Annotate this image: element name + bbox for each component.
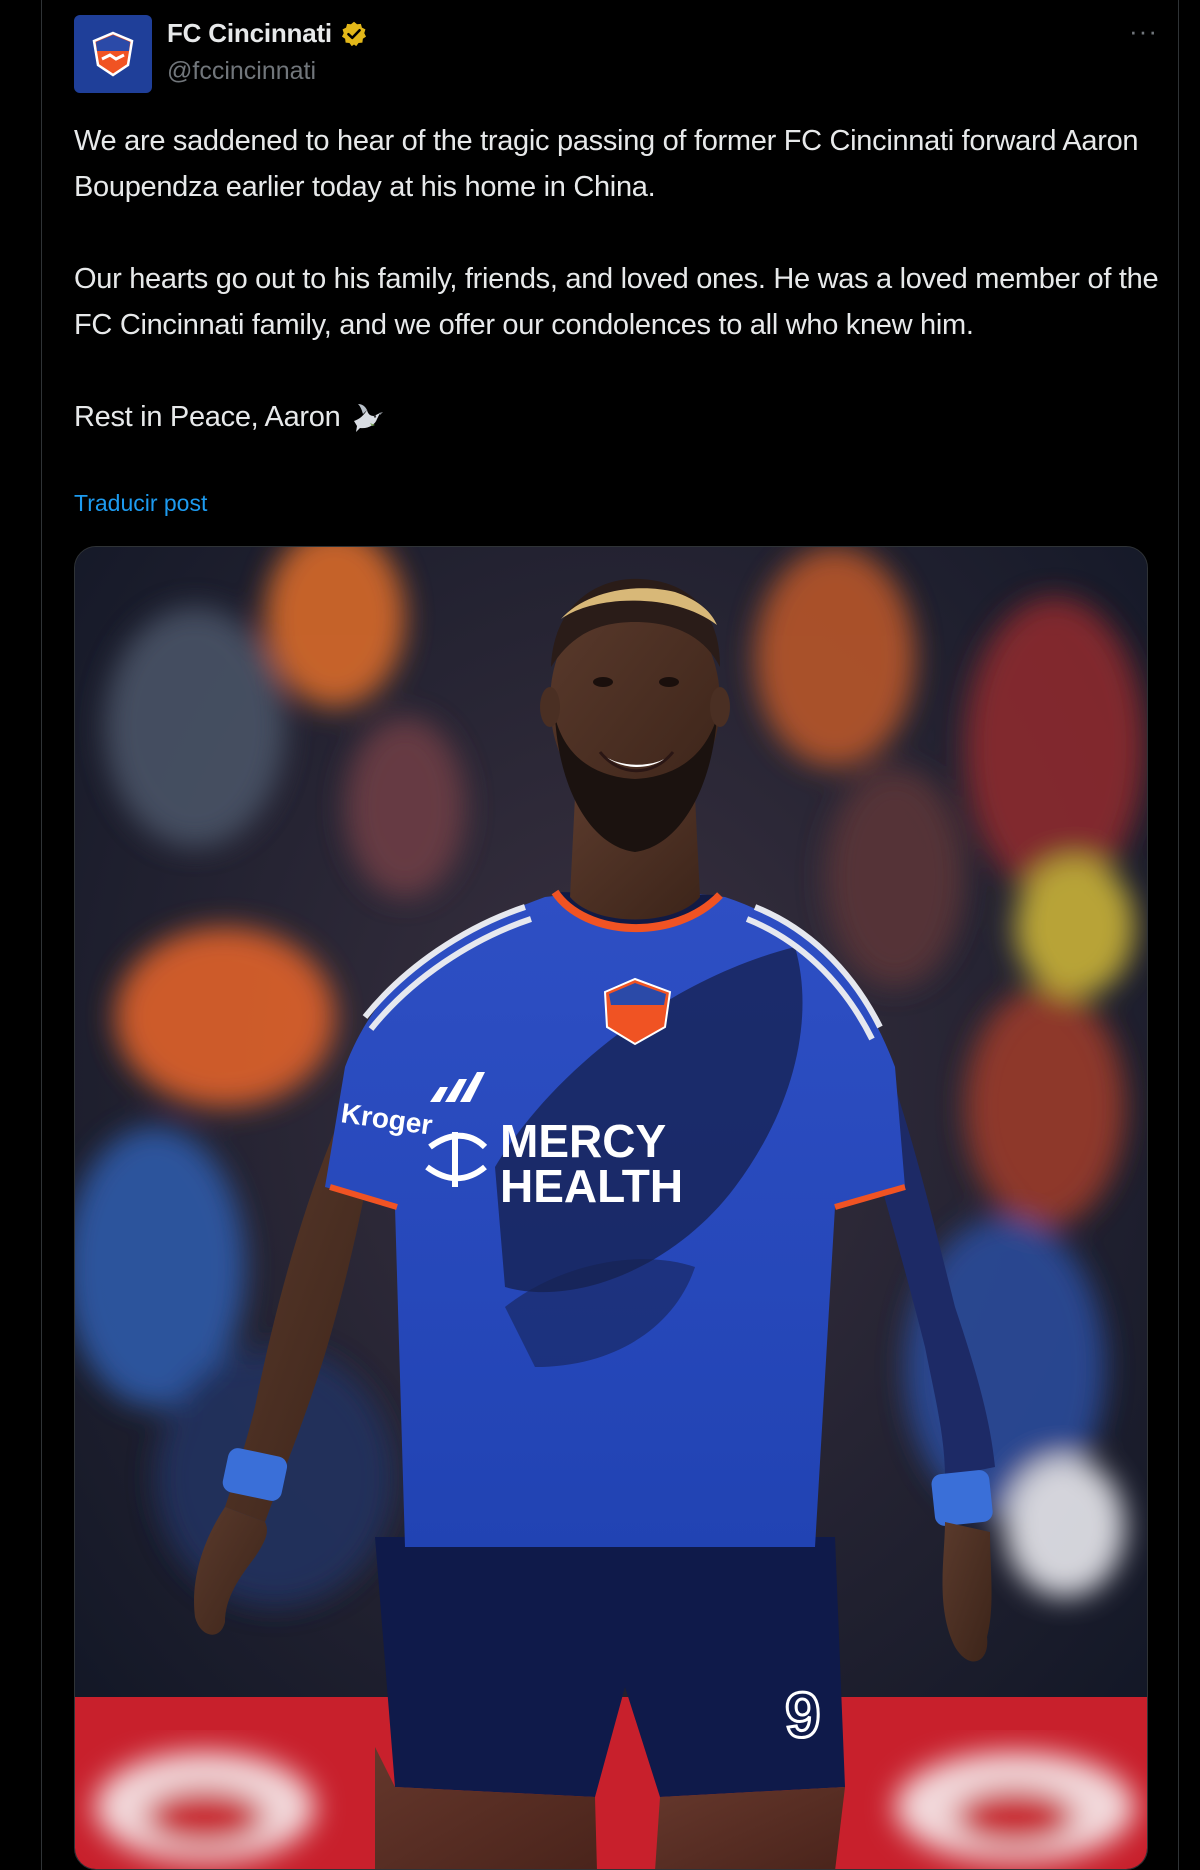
shorts-number: 9: [785, 1679, 821, 1751]
jersey-sponsor-line2: HEALTH: [500, 1160, 683, 1212]
fc-cincinnati-crest-icon: [92, 31, 134, 77]
post-paragraph: We are saddened to hear of the tragic pa…: [74, 125, 1139, 203]
verified-badge-icon: [340, 20, 368, 48]
more-options-button[interactable]: ···: [1129, 18, 1158, 44]
post-card: FC Cincinnati @fccincinnati ··· We are s…: [41, 0, 1179, 1870]
post-closing-line: Rest in Peace, Aaron: [74, 394, 1164, 440]
post-paragraph: Our hearts go out to his family, friends…: [74, 263, 1159, 341]
post-photo[interactable]: 9 MERCY HEALTH Kroger: [74, 546, 1148, 1870]
display-name[interactable]: FC Cincinnati: [167, 18, 332, 49]
player-photo-illustration: 9 MERCY HEALTH Kroger: [75, 547, 1147, 1869]
account-handle[interactable]: @fccincinnati: [167, 57, 316, 86]
translate-post-link[interactable]: Traducir post: [74, 490, 207, 517]
account-avatar[interactable]: [74, 15, 152, 93]
post-paragraph: Rest in Peace, Aaron: [74, 401, 341, 433]
post-text: We are saddened to hear of the tragic pa…: [74, 118, 1164, 440]
dove-icon: [350, 401, 384, 435]
